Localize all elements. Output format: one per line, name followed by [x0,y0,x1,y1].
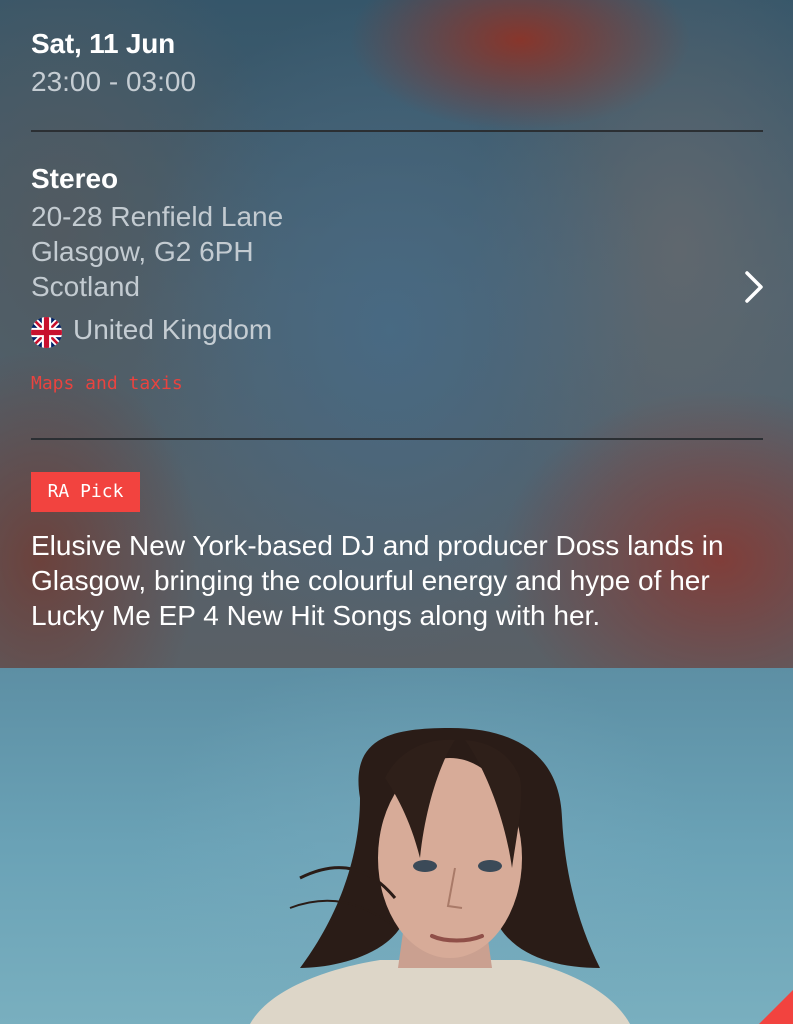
venue-country: United Kingdom [73,314,273,345]
venue-name: Stereo [31,163,119,194]
uk-flag-icon [31,317,62,348]
venue-address-line-3: Scotland [31,271,140,302]
event-description: Elusive New York-based DJ and producer D… [31,530,724,631]
venue-section[interactable]: Stereo 20-28 Renfield Lane Glasgow, G2 6… [0,133,793,439]
venue-address-line-2: Glasgow, G2 6PH [31,236,254,267]
artist-photo [0,668,793,1024]
maps-and-taxis-link[interactable]: Maps and taxis [31,373,183,394]
event-time: 23:00 - 03:00 [31,66,197,97]
ra-pick-badge: RA Pick [31,472,140,512]
venue-address-line-1: 20-28 Renfield Lane [31,201,284,232]
chevron-right-icon[interactable] [736,265,772,309]
artist-portrait-image [250,728,630,1024]
event-info-panel: Sat, 11 Jun 23:00 - 03:00 Stereo 20-28 R… [0,0,793,668]
event-date: Sat, 11 Jun [31,28,176,59]
divider [31,438,763,440]
divider [31,130,763,132]
corner-accent [759,990,793,1024]
